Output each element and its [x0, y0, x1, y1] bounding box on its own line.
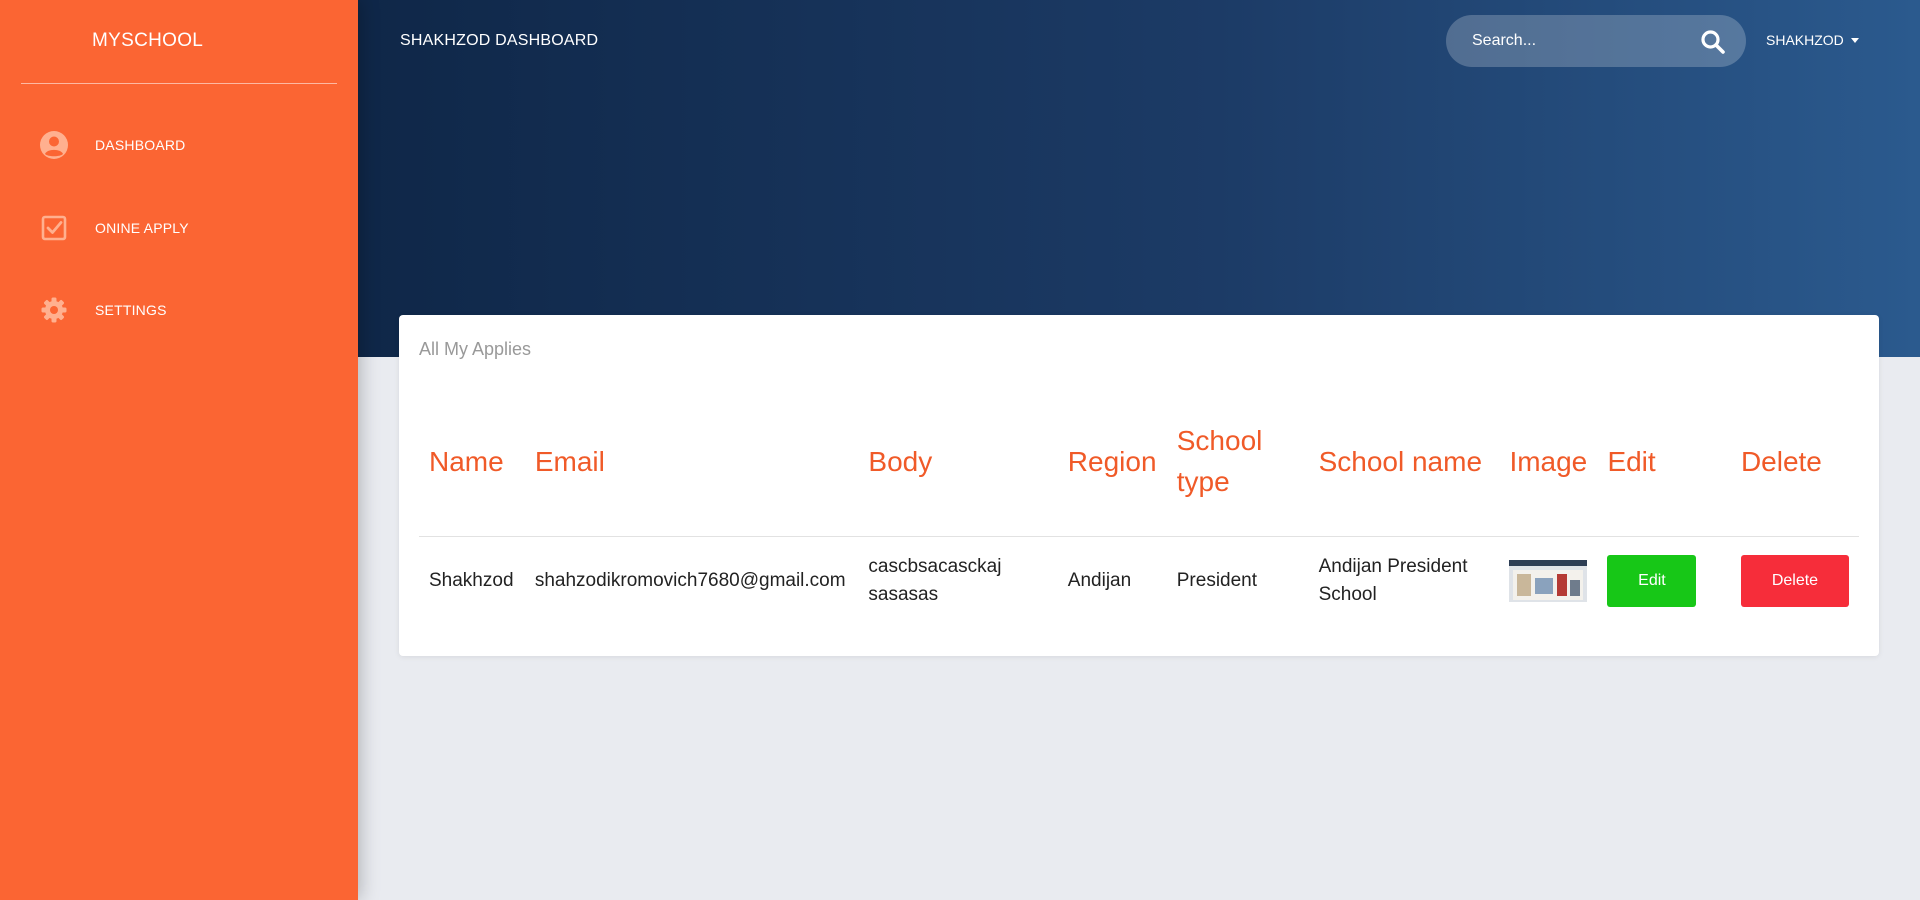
applies-table: Name Email Body Region School type Schoo… [419, 412, 1859, 626]
user-circle-icon [39, 130, 69, 160]
cell-image [1499, 537, 1597, 627]
sidebar-item-label: DASHBOARD [95, 137, 186, 153]
edit-button[interactable]: Edit [1607, 555, 1697, 607]
sidebar-item-settings[interactable]: SETTINGS [0, 282, 358, 338]
column-header-region: Region [1057, 412, 1167, 537]
divider [21, 83, 337, 84]
checkbox-icon [39, 213, 69, 243]
user-menu-dropdown[interactable]: SHAKHZOD [1766, 32, 1859, 48]
delete-button[interactable]: Delete [1740, 555, 1849, 607]
cell-name: Shakhzod [429, 570, 514, 591]
top-header: SHAKHZOD DASHBOARD SHAKHZOD [358, 0, 1920, 357]
cell-edit: Edit [1597, 537, 1731, 627]
search-bar [1446, 15, 1746, 67]
column-header-school-type: School type [1166, 412, 1309, 537]
cell-school-name: Andijan President School [1318, 556, 1468, 605]
column-header-delete: Delete [1730, 412, 1859, 537]
chevron-down-icon [1850, 37, 1859, 43]
sidebar: MYSCHOOL DASHBOARD ONINE APPLY SETTINGS [0, 0, 358, 900]
column-header-email: Email [524, 412, 859, 537]
school-thumbnail-image [1509, 560, 1588, 602]
column-header-school-name: School name [1308, 412, 1500, 537]
table-row: Shakhzod shahzodikromovich7680@gmail.com… [419, 537, 1859, 627]
brand-logo[interactable]: MYSCHOOL [92, 30, 203, 52]
cell-delete: Delete [1731, 537, 1859, 627]
search-icon[interactable] [1700, 29, 1726, 55]
cell-email: shahzodikromovich7680@gmail.com [534, 570, 846, 591]
table-header-row: Name Email Body Region School type Schoo… [419, 412, 1859, 537]
sidebar-item-online-apply[interactable]: ONINE APPLY [0, 200, 358, 256]
column-header-edit: Edit [1597, 412, 1731, 537]
column-header-name: Name [419, 412, 525, 537]
sidebar-item-dashboard[interactable]: DASHBOARD [0, 117, 358, 173]
card-title: All My Applies [419, 339, 532, 359]
column-header-image: Image [1499, 412, 1598, 537]
applies-card: All My Applies Name Email Body Region Sc… [399, 315, 1879, 656]
page-title: SHAKHZOD DASHBOARD [400, 32, 599, 49]
search-input[interactable] [1472, 15, 1692, 67]
cell-body: cascbsacasckaj sasasas [868, 556, 1002, 605]
cell-school-type: President [1176, 570, 1258, 591]
gear-icon [39, 295, 69, 325]
column-header-body: Body [858, 412, 1058, 537]
cell-region: Andijan [1067, 570, 1132, 591]
sidebar-item-label: SETTINGS [95, 302, 167, 318]
sidebar-item-label: ONINE APPLY [95, 220, 189, 236]
user-name: SHAKHZOD [1766, 32, 1844, 48]
